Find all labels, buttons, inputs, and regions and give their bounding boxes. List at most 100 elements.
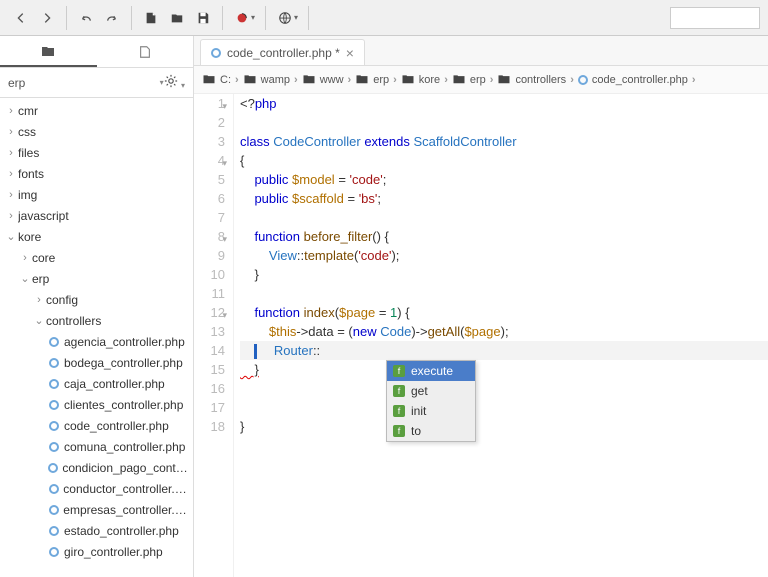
close-icon[interactable]: ×	[346, 45, 354, 61]
autocomplete-item[interactable]: fto	[387, 421, 475, 441]
line-number: 9	[194, 246, 225, 265]
forward-button[interactable]	[34, 5, 60, 31]
code-line[interactable]: function before_filter() {	[240, 227, 768, 246]
folder-erp[interactable]: ⌄erp	[0, 268, 193, 289]
code-line[interactable]: class CodeController extends ScaffoldCon…	[240, 132, 768, 151]
tab-code-controller[interactable]: code_controller.php * ×	[200, 39, 365, 65]
sidebar: erp ▾ ▾ ›cmr›css›files›fonts›img›javascr…	[0, 36, 194, 577]
chevron-right-icon: ›	[4, 105, 18, 117]
record-dropdown-icon[interactable]: ▾	[251, 13, 255, 22]
code-line[interactable]: }	[240, 360, 768, 379]
chevron-right-icon: ›	[32, 294, 46, 306]
file-item[interactable]: giro_controller.php	[0, 541, 193, 562]
back-button[interactable]	[8, 5, 34, 31]
line-number: 17	[194, 398, 225, 417]
line-number: 11	[194, 284, 225, 303]
line-number: 4▾	[194, 151, 225, 170]
code-line[interactable]	[240, 398, 768, 417]
code-content[interactable]: <?php class CodeController extends Scaffo…	[234, 94, 768, 577]
autocomplete-item[interactable]: f execute	[387, 361, 475, 381]
save-button[interactable]	[190, 5, 216, 31]
file-item[interactable]: clientes_controller.php	[0, 394, 193, 415]
code-line[interactable]: public $model = 'code';	[240, 170, 768, 189]
breadcrumb-segment[interactable]: kore	[401, 73, 440, 87]
search-input[interactable]	[670, 7, 760, 29]
autocomplete-label: to	[411, 422, 421, 441]
gear-icon[interactable]: ▾	[164, 74, 185, 91]
function-icon: f	[393, 365, 405, 377]
file-item[interactable]: bodega_controller.php	[0, 352, 193, 373]
folder-img[interactable]: ›img	[0, 184, 193, 205]
chevron-right-icon: ›	[692, 74, 696, 86]
chevron-down-icon: ⌄	[4, 230, 18, 243]
line-number: 5	[194, 170, 225, 189]
chevron-down-icon: ⌄	[32, 314, 46, 327]
php-icon	[211, 48, 221, 58]
code-line[interactable]: }	[240, 417, 768, 436]
undo-button[interactable]	[73, 5, 99, 31]
file-item[interactable]: code_controller.php	[0, 415, 193, 436]
code-area[interactable]: 1▾234▾5678▾9101112▾131415161718 <?phpcla…	[194, 94, 768, 577]
folder-controllers[interactable]: ⌄controllers	[0, 310, 193, 331]
autocomplete-item[interactable]: fget	[387, 381, 475, 401]
chevron-down-icon: ▾	[181, 81, 185, 90]
function-icon: f	[393, 425, 405, 437]
folder-fonts[interactable]: ›fonts	[0, 163, 193, 184]
sidebar-tab-files[interactable]	[0, 36, 97, 67]
file-label: condicion_pago_controll…	[62, 461, 189, 475]
folder-label: config	[46, 293, 78, 307]
folder-label: controllers	[46, 314, 101, 328]
line-number: 16	[194, 379, 225, 398]
project-selector[interactable]: erp ▾	[8, 76, 164, 90]
code-line[interactable]: View::template('code');	[240, 246, 768, 265]
chevron-right-icon: ›	[444, 74, 448, 86]
file-item[interactable]: condicion_pago_controll…	[0, 457, 193, 478]
breadcrumb-segment[interactable]: C:	[202, 73, 231, 87]
autocomplete-label: get	[411, 382, 428, 401]
code-line[interactable]: <?php	[240, 94, 768, 113]
breadcrumb-segment[interactable]: controllers	[497, 73, 566, 87]
breadcrumb: C:› wamp› www› erp› kore› erp› controlle…	[194, 66, 768, 94]
breadcrumb-segment[interactable]: erp	[355, 73, 389, 87]
file-item[interactable]: comuna_controller.php	[0, 436, 193, 457]
code-line[interactable]: {	[240, 151, 768, 170]
code-line[interactable]	[240, 284, 768, 303]
file-item[interactable]: agencia_controller.php	[0, 331, 193, 352]
breadcrumb-segment[interactable]: erp	[452, 73, 486, 87]
autocomplete-label: execute	[411, 362, 453, 381]
breadcrumb-segment[interactable]: www	[302, 73, 344, 87]
code-line[interactable]: public $scaffold = 'bs';	[240, 189, 768, 208]
php-icon	[46, 379, 62, 389]
line-number: 2	[194, 113, 225, 132]
code-line[interactable]: Router::	[240, 341, 768, 360]
folder-files[interactable]: ›files	[0, 142, 193, 163]
autocomplete-item[interactable]: finit	[387, 401, 475, 421]
file-item[interactable]: caja_controller.php	[0, 373, 193, 394]
folder-config[interactable]: ›config	[0, 289, 193, 310]
folder-cmr[interactable]: ›cmr	[0, 100, 193, 121]
file-item[interactable]: empresas_controller.php	[0, 499, 193, 520]
redo-button[interactable]	[99, 5, 125, 31]
code-line[interactable]: $this->data = (new Code)->getAll($page);	[240, 322, 768, 341]
file-item[interactable]: estado_controller.php	[0, 520, 193, 541]
code-line[interactable]: function index($page = 1) {	[240, 303, 768, 322]
folder-label: erp	[32, 272, 49, 286]
autocomplete-popup: fexecutefgetfinitfto	[386, 360, 476, 442]
folder-core[interactable]: ›core	[0, 247, 193, 268]
code-line[interactable]	[240, 113, 768, 132]
code-line[interactable]: }	[240, 265, 768, 284]
breadcrumb-segment[interactable]: code_controller.php	[578, 74, 688, 86]
new-file-button[interactable]	[138, 5, 164, 31]
file-item[interactable]: conductor_controller.php	[0, 478, 193, 499]
file-label: clientes_controller.php	[64, 398, 183, 412]
globe-dropdown-icon[interactable]: ▾	[294, 13, 298, 22]
sidebar-tab-docs[interactable]	[97, 36, 194, 67]
code-line[interactable]	[240, 208, 768, 227]
folder-kore[interactable]: ⌄kore	[0, 226, 193, 247]
breadcrumb-segment[interactable]: wamp	[243, 73, 290, 87]
open-button[interactable]	[164, 5, 190, 31]
line-number: 3	[194, 132, 225, 151]
code-line[interactable]	[240, 379, 768, 398]
folder-javascript[interactable]: ›javascript	[0, 205, 193, 226]
folder-css[interactable]: ›css	[0, 121, 193, 142]
